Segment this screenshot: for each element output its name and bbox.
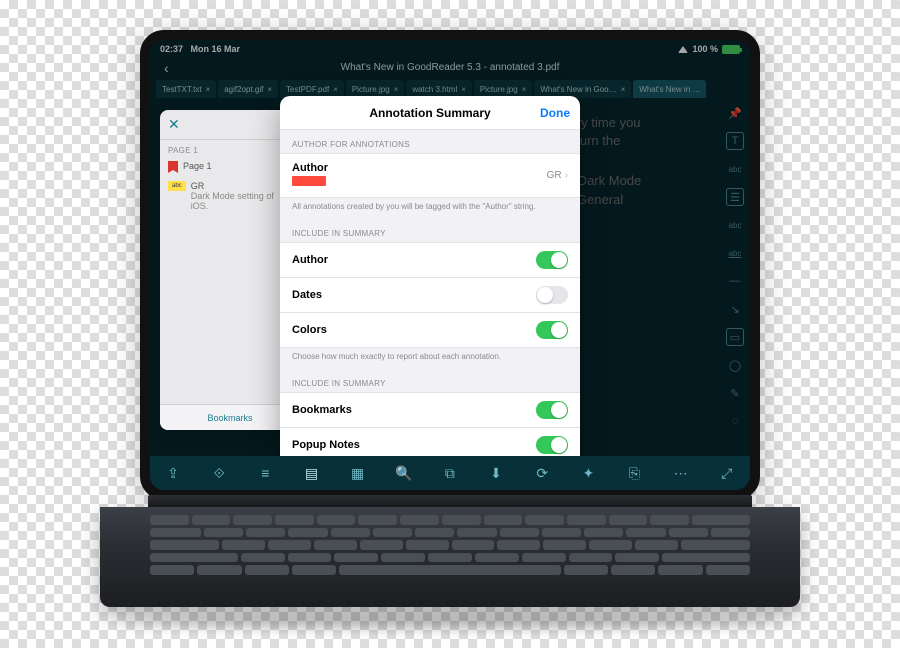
author-value: GR › <box>547 170 568 181</box>
outline-icon[interactable]: ≡ <box>254 462 276 484</box>
chevron-right-icon: › <box>565 170 568 181</box>
done-button[interactable]: Done <box>540 106 570 120</box>
more-icon[interactable]: ⋯ <box>670 462 692 484</box>
author-label: Author <box>292 162 328 174</box>
annotation-summary-modal: Annotation Summary Done AUTHOR FOR ANNOT… <box>280 96 580 488</box>
app-screen: 02:37 Mon 16 Mar 100 % ‹ What's New in G… <box>150 40 750 490</box>
author-cell[interactable]: Author GR › <box>280 153 580 198</box>
include-author-cell: Author <box>280 242 580 278</box>
export-icon[interactable]: ⎘ <box>623 462 645 484</box>
insert-icon[interactable]: ⬇ <box>485 462 507 484</box>
bookmark-row[interactable]: Page 1 <box>160 157 300 177</box>
toggle-dates[interactable] <box>536 286 568 304</box>
annotation-row[interactable]: abc GR Dark Mode setting of iOS. <box>160 177 300 215</box>
modal-title: Annotation Summary <box>369 106 490 120</box>
ipad-device: 02:37 Mon 16 Mar 100 % ‹ What's New in G… <box>140 30 760 500</box>
toggle-bookmarks[interactable] <box>536 401 568 419</box>
highlight-icon: abc <box>168 181 186 191</box>
outline-tab-bookmarks[interactable]: Bookmarks <box>160 404 300 430</box>
share-icon[interactable]: ⇪ <box>162 462 184 484</box>
bookmark-label: Page 1 <box>183 161 212 171</box>
search-icon[interactable]: 🔍 <box>393 462 415 484</box>
rotate-icon[interactable]: ⟳ <box>531 462 553 484</box>
outline-panel: ✕ A PAGE 1 Page 1 abc GR Dark Mode setti… <box>160 110 300 430</box>
bottom-toolbar: ⇪ ⟐ ≡ ▤ ▦ 🔍 ⧉ ⬇ ⟳ ✦ ⎘ ⋯ ⤢ <box>150 456 750 490</box>
grid-icon[interactable]: ▦ <box>347 462 369 484</box>
toggle-popup-notes[interactable] <box>536 436 568 454</box>
group-header-include2: INCLUDE IN SUMMARY <box>280 369 580 392</box>
bookmark-icon <box>168 161 178 173</box>
toggle-colors[interactable] <box>536 321 568 339</box>
fullscreen-icon[interactable]: ⤢ <box>716 462 738 484</box>
modal-body[interactable]: AUTHOR FOR ANNOTATIONS Author GR › All a… <box>280 130 580 488</box>
group-footer-author: All annotations created by you will be t… <box>280 198 580 219</box>
include-dates-cell: Dates <box>280 278 580 313</box>
include-bookmarks-cell: Bookmarks <box>280 392 580 428</box>
bookmarks-icon[interactable]: ▤ <box>300 462 322 484</box>
modal-header: Annotation Summary Done <box>280 96 580 130</box>
page-icon[interactable]: ⧉ <box>439 462 461 484</box>
author-redacted-value <box>292 176 326 186</box>
ipad-keyboard <box>100 495 800 620</box>
outline-close-button[interactable]: ✕ <box>168 116 180 133</box>
outline-section-header: PAGE 1 <box>160 140 300 157</box>
annotation-text: GR Dark Mode setting of iOS. <box>191 181 292 211</box>
crop-icon[interactable]: ⟐ <box>208 462 230 484</box>
group-header-author: AUTHOR FOR ANNOTATIONS <box>280 130 580 153</box>
include-colors-cell: Colors <box>280 313 580 348</box>
group-header-include1: INCLUDE IN SUMMARY <box>280 219 580 242</box>
toggle-author[interactable] <box>536 251 568 269</box>
settings-icon[interactable]: ✦ <box>577 462 599 484</box>
group-footer-include1: Choose how much exactly to report about … <box>280 348 580 369</box>
